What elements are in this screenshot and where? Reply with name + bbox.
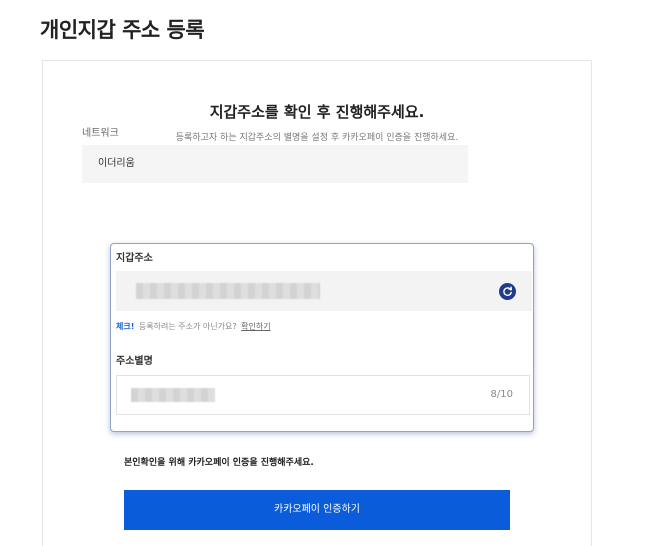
nickname-char-count: 8/10 [490, 389, 513, 400]
address-field [116, 271, 532, 311]
check-badge: 체크! [116, 322, 135, 331]
address-label: 지갑주소 [116, 253, 153, 264]
check-text: 등록하려는 주소가 아닌가요? [138, 322, 237, 331]
refresh-icon [503, 286, 513, 296]
network-value: 이더리움 [98, 158, 135, 169]
address-check-line: 체크! 등록하려는 주소가 아닌가요? 확인하기 [116, 321, 271, 332]
verify-notice: 본인확인을 위해 카카오페이 인증을 진행해주세요. [124, 458, 314, 468]
nickname-input[interactable]: 8/10 [116, 375, 530, 415]
check-link[interactable]: 확인하기 [241, 322, 270, 331]
network-field: 이더리움 [82, 145, 468, 183]
address-panel: 지갑주소 체크! 등록하려는 주소가 아닌가요? 확인하기 주소별명 8/10 [110, 243, 534, 432]
card-heading: 지갑주소를 확인 후 진행해주세요. [209, 103, 425, 121]
page: 개인지갑 주소 등록 지갑주소를 확인 후 진행해주세요. 등록하고자 하는 지… [0, 0, 647, 546]
nickname-label: 주소별명 [116, 356, 153, 367]
address-value-redacted [136, 283, 320, 299]
page-title: 개인지갑 주소 등록 [40, 18, 205, 42]
refresh-address-button[interactable] [499, 283, 516, 300]
network-label: 네트워크 [82, 128, 119, 139]
card-subtitle: 등록하고자 하는 지갑주소의 별명을 설정 후 카카오페이 인증을 진행하세요. [175, 133, 459, 143]
nickname-value-redacted [131, 388, 215, 402]
kakaopay-verify-button[interactable]: 카카오페이 인증하기 [124, 490, 510, 530]
